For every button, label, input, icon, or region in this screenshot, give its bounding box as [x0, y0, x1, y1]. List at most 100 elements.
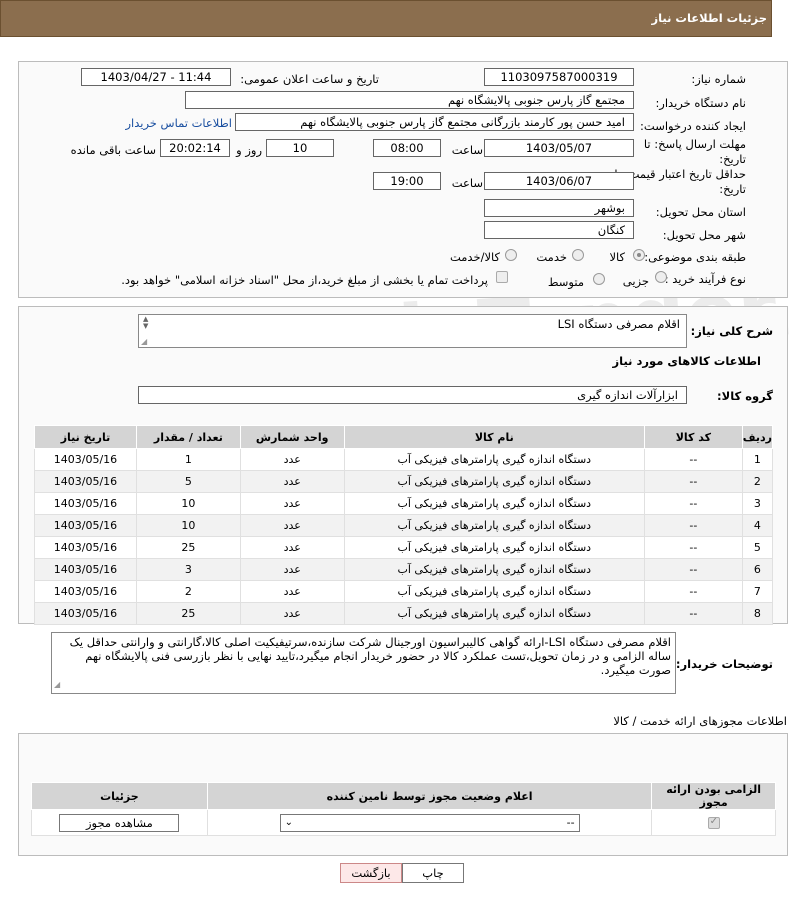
summary-text: اقلام مصرفی دستگاه LSI	[557, 317, 680, 331]
table-row: 6 -- دستگاه اندازه گیری پارامترهای فیزیکی …	[34, 558, 774, 581]
item-qty: 10	[135, 492, 241, 515]
required-checkbox: ✓	[707, 816, 720, 829]
item-qty: 3	[135, 558, 241, 581]
items-table: ردیف کد کالا نام کالا واحد شمارش تعداد /…	[34, 425, 774, 625]
province-label: استان محل تحویل:	[655, 205, 746, 219]
buyer-notes-textarea[interactable]: اقلام مصرفی دستگاه LSI-ارائه گواهی کالیب…	[51, 632, 676, 694]
item-name: دستگاه اندازه گیری پارامترهای فیزیکی آب	[343, 448, 645, 471]
reply-time-field: 08:00	[373, 139, 441, 157]
item-qty: 2	[135, 580, 241, 603]
permits-table: الزامی بودن ارائه مجوز اعلام وضعیت مجوز …	[31, 782, 776, 836]
buyer-notes-label: توضیحات خریدار:	[675, 657, 773, 671]
item-qty: 25	[135, 536, 241, 559]
announce-label: تاریخ و ساعت اعلان عمومی:	[240, 72, 379, 86]
permits-header-row: الزامی بودن ارائه مجوز اعلام وضعیت مجوز …	[31, 782, 776, 810]
goods-info-title: اطلاعات کالاهای مورد نیاز	[612, 354, 761, 368]
items-header-row: ردیف کد کالا نام کالا واحد شمارش تعداد /…	[34, 425, 774, 449]
item-code: --	[643, 448, 743, 471]
price-time-field: 19:00	[373, 172, 441, 190]
item-date: 1403/05/16	[34, 492, 137, 515]
page-header: جزئیات اطلاعات نیاز	[0, 0, 772, 37]
process-medium-radio[interactable]	[593, 273, 605, 285]
creator-label: ایجاد کننده درخواست:	[640, 119, 746, 133]
item-date: 1403/05/16	[34, 470, 137, 493]
col-unit: واحد شمارش	[239, 425, 345, 449]
item-code: --	[643, 536, 743, 559]
print-button[interactable]: چاپ	[402, 863, 464, 883]
days-field: 10	[266, 139, 334, 157]
category-both-radio[interactable]	[505, 249, 517, 261]
process-minor-label: جزیی	[622, 274, 649, 288]
category-label: طبقه بندی موضوعی:	[644, 250, 746, 264]
item-code: --	[643, 558, 743, 581]
item-unit: عدد	[239, 602, 345, 625]
row-number: 8	[741, 602, 774, 625]
check-icon: ✓	[709, 816, 719, 827]
reply-time-label: ساعت	[451, 143, 483, 157]
category-goods-label: کالا	[609, 250, 625, 264]
item-unit: عدد	[239, 580, 345, 603]
item-date: 1403/05/16	[34, 448, 137, 471]
buyer-contact-link[interactable]: اطلاعات تماس خریدار	[125, 116, 232, 130]
process-minor-radio[interactable]	[655, 271, 667, 283]
days-label: روز و	[236, 143, 262, 157]
category-both-label: کالا/خدمت	[449, 250, 500, 264]
col-name: نام کالا	[343, 425, 645, 449]
item-date: 1403/05/16	[34, 514, 137, 537]
remaining-label: ساعت باقی مانده	[70, 143, 156, 157]
need-number-field: 1103097587000319	[484, 68, 634, 86]
city-field: کنگان	[484, 221, 634, 239]
item-unit: عدد	[239, 448, 345, 471]
summary-label: شرح کلی نیاز:	[690, 324, 773, 338]
row-number: 6	[741, 558, 774, 581]
item-name: دستگاه اندازه گیری پارامترهای فیزیکی آب	[343, 558, 645, 581]
goods-group-field: ابزارآلات اندازه گیری	[138, 386, 687, 404]
permit-status-select[interactable]: -- ⌄	[279, 813, 580, 832]
back-button[interactable]: بازگشت	[340, 863, 402, 883]
reply-date-field: 1403/05/07	[484, 139, 634, 157]
item-name: دستگاه اندازه گیری پارامترهای فیزیکی آب	[343, 580, 645, 603]
item-code: --	[643, 514, 743, 537]
item-date: 1403/05/16	[34, 536, 137, 559]
city-label: شهر محل تحویل:	[662, 228, 746, 242]
row-number: 7	[741, 580, 774, 603]
resize-handle-icon: ◢	[141, 337, 148, 346]
item-code: --	[643, 492, 743, 515]
row-number: 2	[741, 470, 774, 493]
buyer-notes-text: اقلام مصرفی دستگاه LSI-ارائه گواهی کالیب…	[69, 635, 671, 677]
col-row: ردیف	[741, 425, 774, 449]
chevron-down-icon: ⌄	[284, 816, 293, 828]
item-unit: عدد	[239, 514, 345, 537]
item-code: --	[643, 470, 743, 493]
category-service-radio[interactable]	[572, 249, 584, 261]
item-name: دستگاه اندازه گیری پارامترهای فیزیکی آب	[343, 536, 645, 559]
item-date: 1403/05/16	[34, 602, 137, 625]
row-number: 3	[741, 492, 774, 515]
view-permit-button[interactable]: مشاهده مجوز	[59, 813, 180, 832]
announce-field: 1403/04/27 - 11:44	[81, 68, 231, 86]
item-name: دستگاه اندازه گیری پارامترهای فیزیکی آب	[343, 492, 645, 515]
treasury-checkbox[interactable]	[496, 271, 508, 283]
col-date: تاریخ نیاز	[34, 425, 137, 449]
item-qty: 1	[135, 448, 241, 471]
category-goods-radio[interactable]	[633, 249, 645, 261]
item-name: دستگاه اندازه گیری پارامترهای فیزیکی آب	[343, 470, 645, 493]
summary-textarea[interactable]: اقلام مصرفی دستگاه LSI ◢ ▲ ▼	[138, 314, 687, 348]
spinner-icon[interactable]: ▲ ▼	[143, 316, 148, 330]
col-qty: تعداد / مقدار	[135, 425, 241, 449]
item-name: دستگاه اندازه گیری پارامترهای فیزیکی آب	[343, 514, 645, 537]
item-unit: عدد	[239, 536, 345, 559]
table-row: 1 -- دستگاه اندازه گیری پارامترهای فیزیکی …	[34, 448, 774, 471]
page-title: جزئیات اطلاعات نیاز	[651, 11, 767, 25]
price-time-label: ساعت	[451, 176, 483, 190]
need-number-label: شماره نیاز:	[691, 72, 746, 86]
reply-deadline-label: مهلت ارسال پاسخ: تا تاریخ:	[643, 137, 746, 166]
resize-handle-icon: ◢	[54, 680, 61, 689]
buyer-org-label: نام دستگاه خریدار:	[655, 96, 746, 110]
province-field: بوشهر	[484, 199, 634, 217]
col-code: کد کالا	[643, 425, 743, 449]
col-status: اعلام وضعیت مجوز توسط نامین کننده	[206, 782, 653, 810]
table-row: 3 -- دستگاه اندازه گیری پارامترهای فیزیکی …	[34, 492, 774, 515]
item-unit: عدد	[239, 558, 345, 581]
remaining-time-field: 20:02:14	[160, 139, 230, 157]
